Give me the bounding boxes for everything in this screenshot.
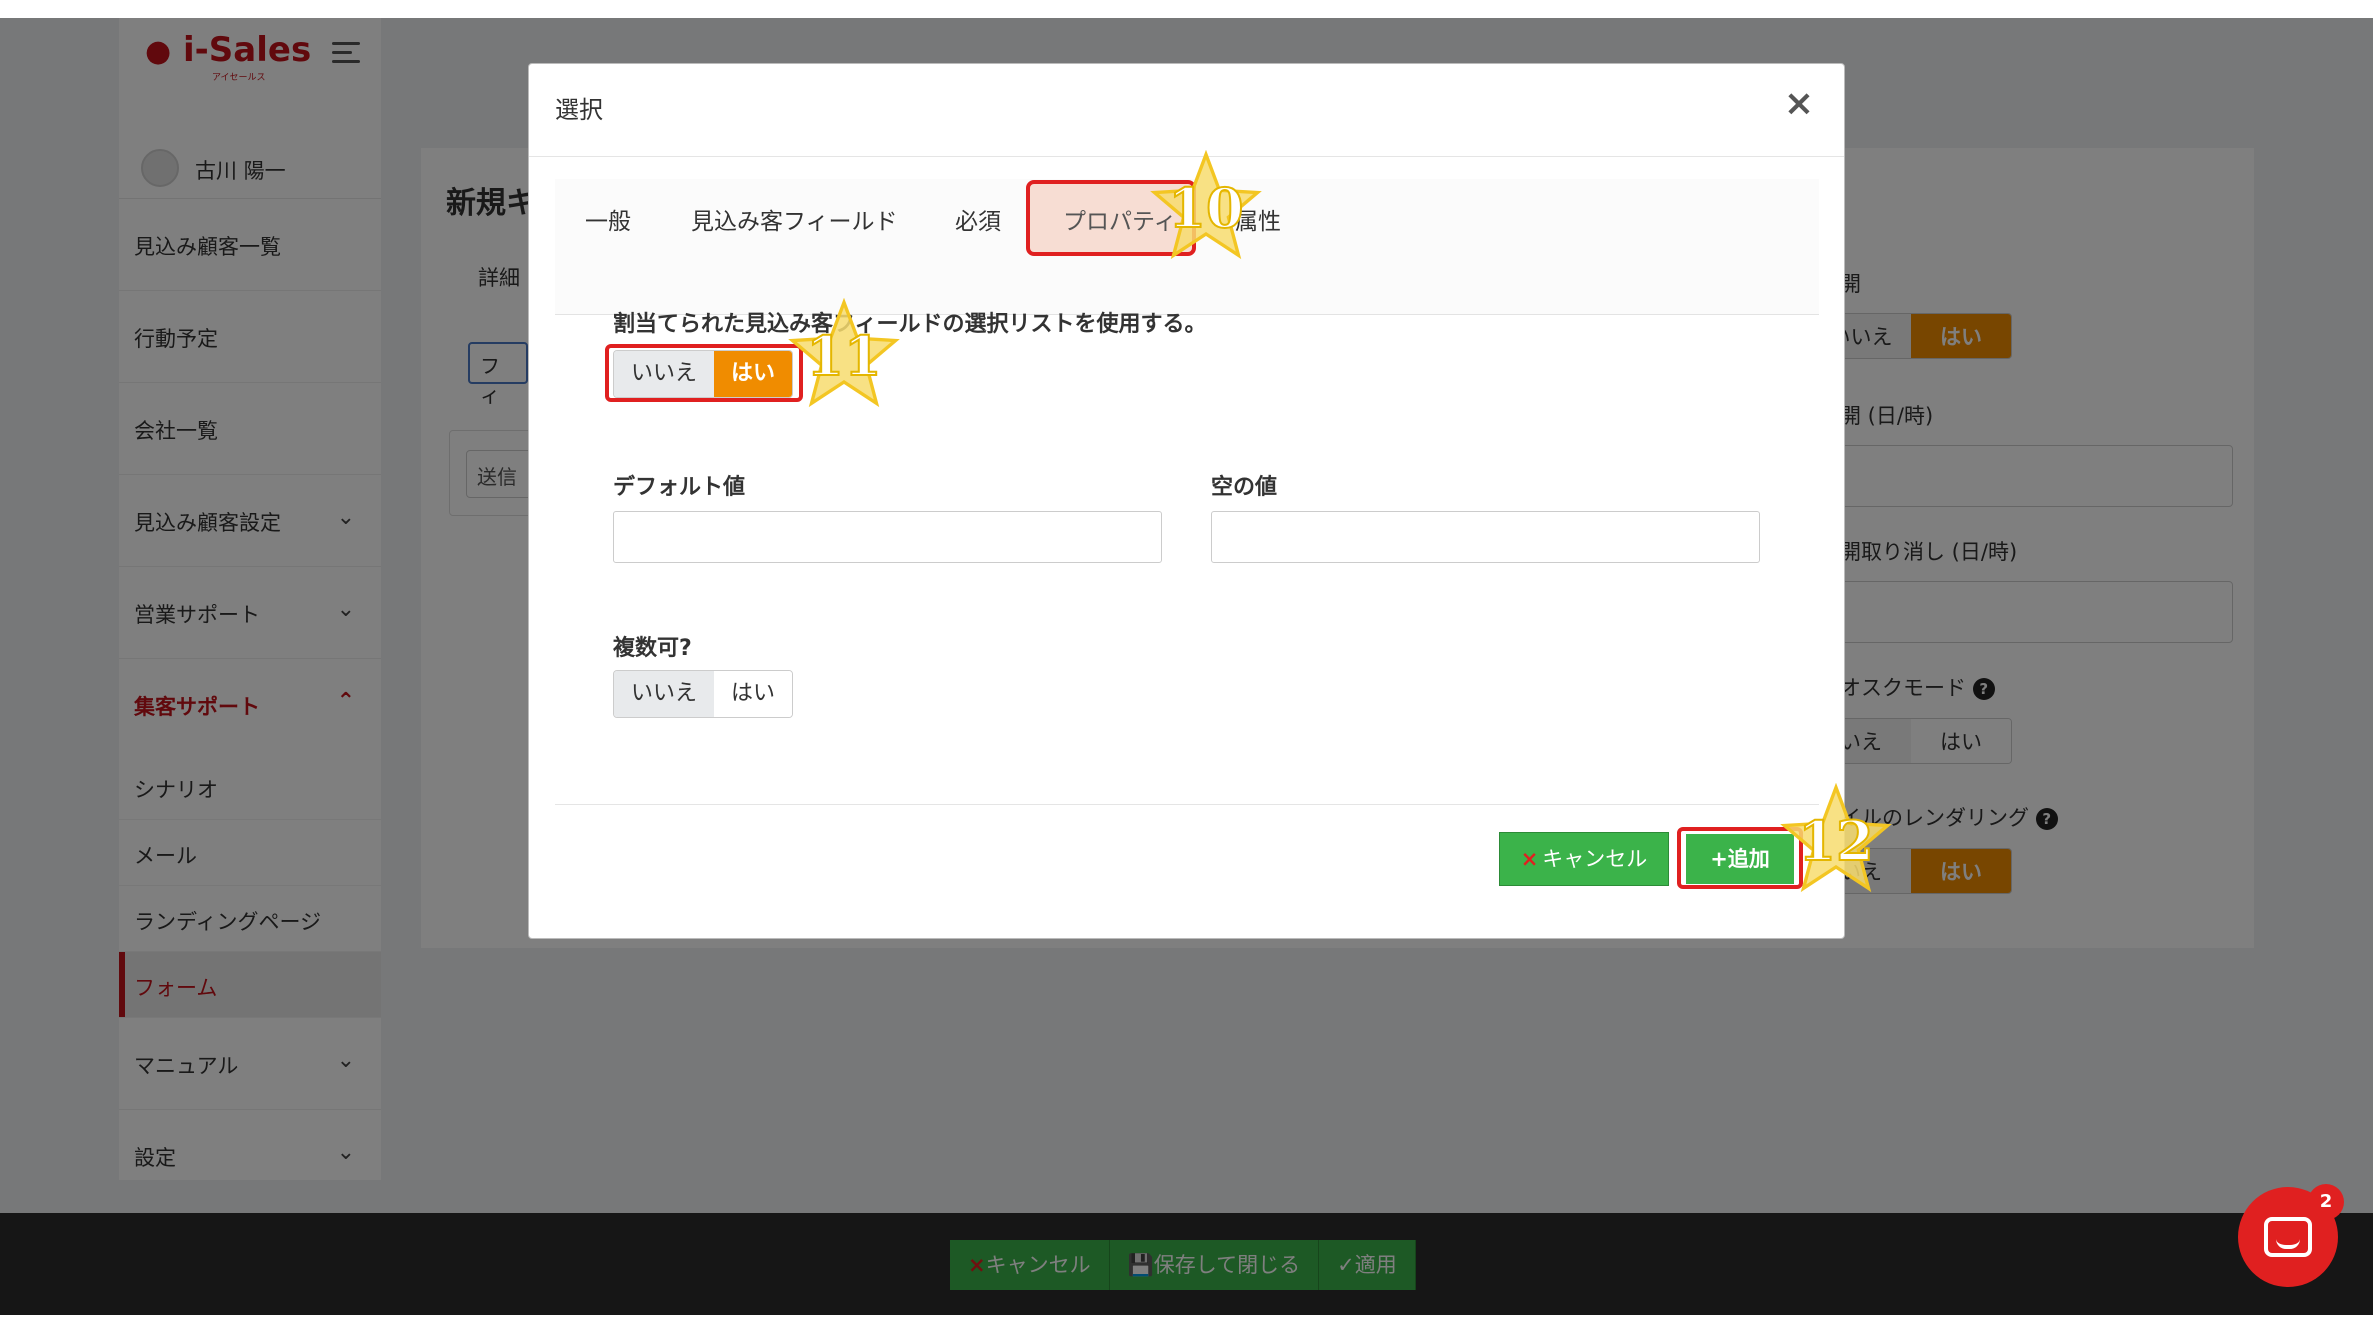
empty-value-label: 空の値 bbox=[1211, 475, 1278, 500]
plus-icon: + bbox=[1710, 847, 1728, 871]
modal-footer-divider bbox=[555, 804, 1819, 805]
use-list-toggle[interactable]: いいえ はい bbox=[613, 350, 793, 398]
cancel-button[interactable]: × キャンセル bbox=[1499, 832, 1669, 886]
step-11-star: 11 bbox=[788, 297, 900, 410]
tab-general[interactable]: 一般 bbox=[585, 202, 631, 236]
default-value-label: デフォルト値 bbox=[613, 475, 746, 500]
multiple-yes[interactable]: はい bbox=[714, 671, 792, 717]
multiple-toggle[interactable]: いいえ はい bbox=[613, 670, 793, 718]
use-list-yes[interactable]: はい bbox=[714, 351, 792, 397]
close-icon[interactable]: × bbox=[1784, 86, 1814, 122]
cancel-label: キャンセル bbox=[1542, 847, 1648, 871]
multiple-no[interactable]: いいえ bbox=[614, 671, 714, 717]
use-list-no[interactable]: いいえ bbox=[614, 351, 714, 397]
chat-unread-badge: 2 bbox=[2308, 1184, 2344, 1220]
step-11-number: 11 bbox=[805, 323, 882, 389]
step-10-star: 10 bbox=[1150, 149, 1262, 262]
add-button[interactable]: +追加 bbox=[1686, 834, 1794, 884]
multiple-label: 複数可? bbox=[613, 636, 692, 661]
tab-required[interactable]: 必須 bbox=[955, 202, 1001, 236]
add-label: 追加 bbox=[1727, 847, 1770, 871]
step-10-number: 10 bbox=[1167, 175, 1244, 241]
step-12-number: 12 bbox=[1797, 808, 1874, 874]
modal-title: 選択 bbox=[555, 96, 603, 124]
tab-lead-field[interactable]: 見込み客フィールド bbox=[691, 202, 898, 236]
close-icon: × bbox=[1520, 847, 1539, 871]
use-list-label: 割当てられた見込み客フィールドの選択リストを使用する。 bbox=[613, 312, 1207, 337]
empty-value-input[interactable] bbox=[1211, 511, 1760, 563]
step-12-star: 12 bbox=[1780, 782, 1892, 895]
chat-icon bbox=[2264, 1217, 2312, 1257]
default-value-input[interactable] bbox=[613, 511, 1162, 563]
